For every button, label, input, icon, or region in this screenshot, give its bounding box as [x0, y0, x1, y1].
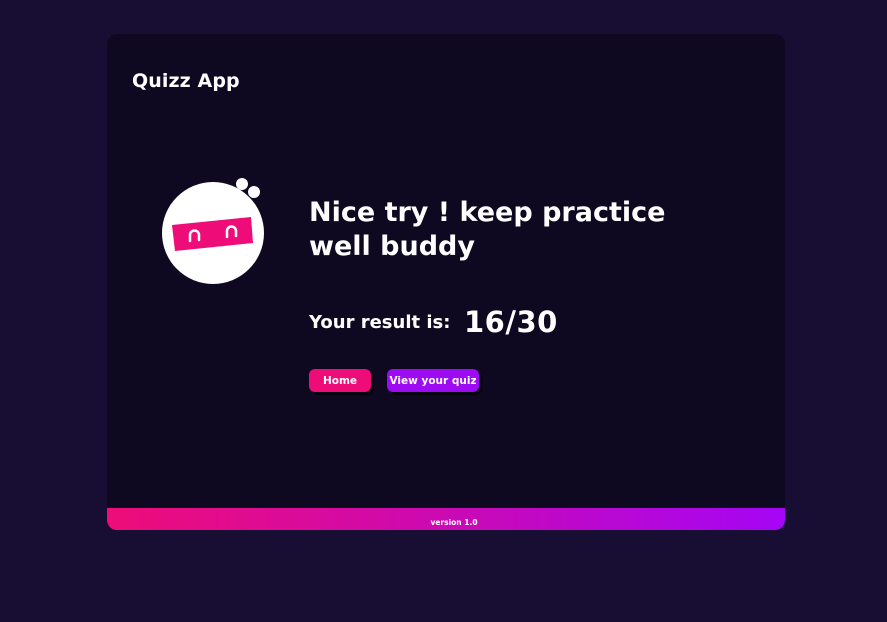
- home-button[interactable]: Home: [309, 369, 371, 392]
- result-score: 16/30: [464, 305, 558, 339]
- app-title: Quizz App: [132, 70, 240, 92]
- version-label: version 1.0: [430, 518, 478, 527]
- result-row: Your result is: 16/30: [309, 302, 558, 342]
- action-buttons: Home View your quiz: [309, 369, 479, 392]
- result-label: Your result is:: [309, 311, 451, 333]
- app-card: Quizz App Nice try ! keep practice well …: [107, 34, 785, 530]
- view-quiz-button[interactable]: View your quiz: [387, 369, 479, 392]
- ninja-mascot-icon: [162, 177, 266, 285]
- footer-bar: version 1.0: [107, 508, 785, 530]
- result-message: Nice try ! keep practice well buddy: [309, 197, 666, 262]
